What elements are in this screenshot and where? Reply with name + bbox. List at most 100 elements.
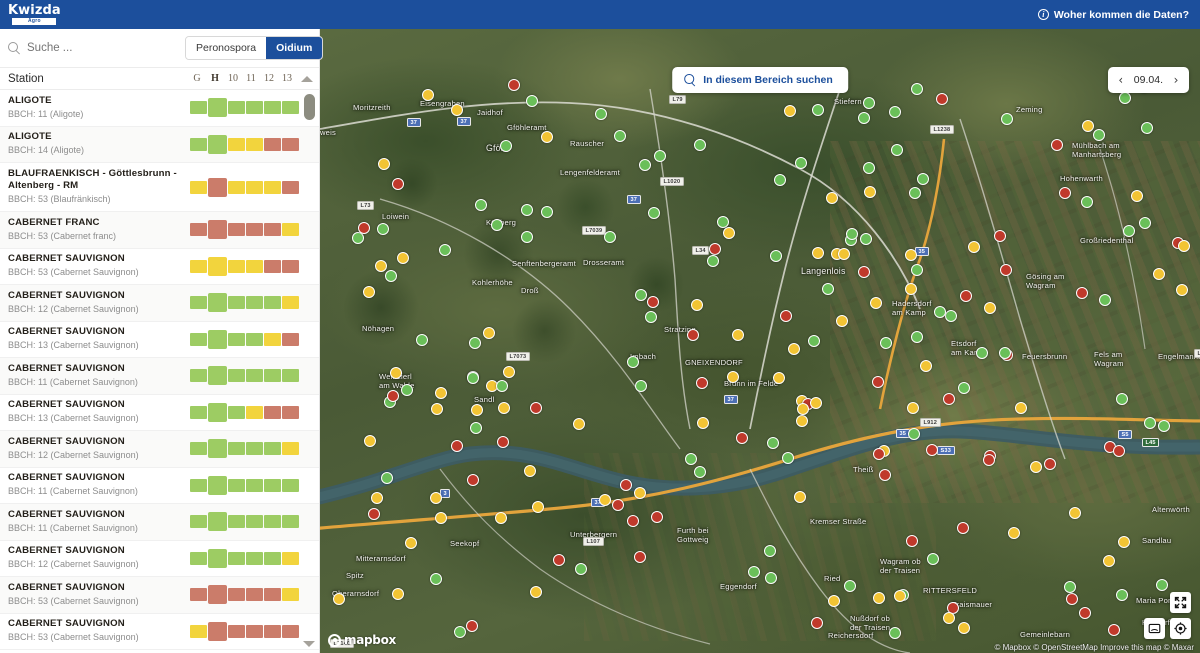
map-style-button[interactable] [1144,618,1165,639]
map-station-marker[interactable] [370,492,383,505]
map-station-marker[interactable] [572,418,585,431]
map-station-marker[interactable] [908,427,921,440]
risk-cell[interactable] [245,442,264,456]
risk-cell[interactable] [263,223,282,237]
map-station-marker[interactable] [466,474,479,487]
map-station-marker[interactable] [784,104,797,117]
risk-cell[interactable] [281,223,300,237]
map-station-marker[interactable] [935,92,948,105]
risk-cell[interactable] [263,551,282,565]
risk-cell[interactable] [281,259,300,273]
caret-down-icon[interactable] [303,641,315,647]
risk-cell[interactable] [263,624,282,638]
map-station-marker[interactable] [1138,216,1151,229]
map-station-marker[interactable] [1107,624,1120,637]
map-station-marker[interactable] [523,464,536,477]
risk-cell[interactable] [189,624,208,638]
map-station-marker[interactable] [1075,287,1088,299]
map-station-marker[interactable] [1001,113,1013,125]
map-station-marker[interactable] [647,206,660,219]
map-station-marker[interactable] [795,415,808,428]
map-station-marker[interactable] [497,436,510,449]
map-station-marker[interactable] [894,590,907,602]
toggle-oidium[interactable]: Oidium [266,37,323,59]
table-row[interactable]: CABERNET SAUVIGNON BBCH: 12 (Cabernet Sau… [0,285,319,322]
risk-cell[interactable] [245,101,264,115]
map-station-marker[interactable] [999,346,1012,359]
map-station-marker[interactable] [357,221,370,234]
risk-cell[interactable] [189,588,208,602]
risk-cell[interactable] [281,624,300,638]
column-header-10[interactable]: 10 [224,73,242,84]
risk-cell[interactable] [263,369,282,383]
map-station-marker[interactable] [708,243,721,255]
map-station-marker[interactable] [905,248,917,261]
map-station-marker[interactable] [684,452,697,465]
map-station-marker[interactable] [638,159,651,172]
map-station-marker[interactable] [821,282,834,295]
risk-cell[interactable] [245,137,264,151]
risk-cell[interactable] [245,259,264,273]
risk-cell[interactable] [208,177,228,197]
map-station-marker[interactable] [983,301,996,314]
risk-cell[interactable] [281,588,300,602]
map-station-marker[interactable] [1178,239,1191,252]
map-station-marker[interactable] [503,366,516,379]
map-station-marker[interactable] [526,95,539,107]
map-station-marker[interactable] [1050,138,1063,151]
risk-cell[interactable] [227,101,246,115]
table-row[interactable]: CABERNET SAUVIGNON BBCH: 11 (Cabernet Sau… [0,504,319,541]
map-station-marker[interactable] [644,311,657,323]
map-station-marker[interactable] [1059,186,1072,199]
risk-cell[interactable] [208,402,228,422]
risk-cell[interactable] [227,369,246,383]
risk-cell[interactable] [208,621,228,641]
table-row[interactable]: CABERNET SAUVIGNON BBCH: 11 (Cabernet Sau… [0,468,319,504]
risk-cell[interactable] [281,478,300,492]
map-station-marker[interactable] [1141,122,1153,134]
geolocate-button[interactable] [1170,618,1191,639]
map-station-marker[interactable] [1116,393,1129,406]
map-station-marker[interactable] [469,336,482,349]
risk-cell[interactable] [245,296,264,310]
map-station-marker[interactable] [910,264,923,276]
map-station-marker[interactable] [795,157,807,170]
map-station-marker[interactable] [927,552,940,565]
map-station-marker[interactable] [858,112,871,125]
map-station-marker[interactable] [769,250,782,263]
map-station-marker[interactable] [926,443,939,456]
map-station-marker[interactable] [594,107,607,120]
map-station-marker[interactable] [697,417,710,430]
column-header-g[interactable]: G [188,73,206,84]
map-station-marker[interactable] [1157,420,1170,433]
risk-cell[interactable] [227,442,246,456]
map-station-marker[interactable] [1063,581,1076,594]
risk-cell[interactable] [281,405,300,419]
map-station-marker[interactable] [1103,555,1116,567]
map-station-marker[interactable] [943,611,956,624]
map-station-marker[interactable] [575,563,588,575]
map-station-marker[interactable] [863,186,876,199]
column-header-11[interactable]: 11 [242,73,260,84]
map-station-marker[interactable] [975,346,988,359]
risk-cell[interactable] [263,478,282,492]
table-row[interactable]: ALIGOTE BBCH: 11 (Aligote) [0,90,319,127]
risk-cell[interactable] [227,223,246,237]
map-station-marker[interactable] [1082,119,1095,132]
table-row[interactable]: CABERNET SAUVIGNON BBCH: 11 (Cabernet Sau… [0,358,319,395]
map-station-marker[interactable] [627,355,640,368]
risk-cell[interactable] [245,180,264,194]
map-station-marker[interactable] [474,198,487,211]
map-station-marker[interactable] [1119,91,1131,104]
map-station-marker[interactable] [796,402,809,415]
map-station-marker[interactable] [873,592,886,605]
map-station-marker[interactable] [869,297,882,309]
risk-cell[interactable] [227,180,246,194]
map-station-marker[interactable] [807,335,820,348]
risk-cell[interactable] [263,442,282,456]
risk-cell[interactable] [245,588,264,602]
map-station-marker[interactable] [880,336,893,349]
map-station-marker[interactable] [431,402,444,415]
risk-cell[interactable] [189,137,208,151]
risk-cell[interactable] [245,624,264,638]
